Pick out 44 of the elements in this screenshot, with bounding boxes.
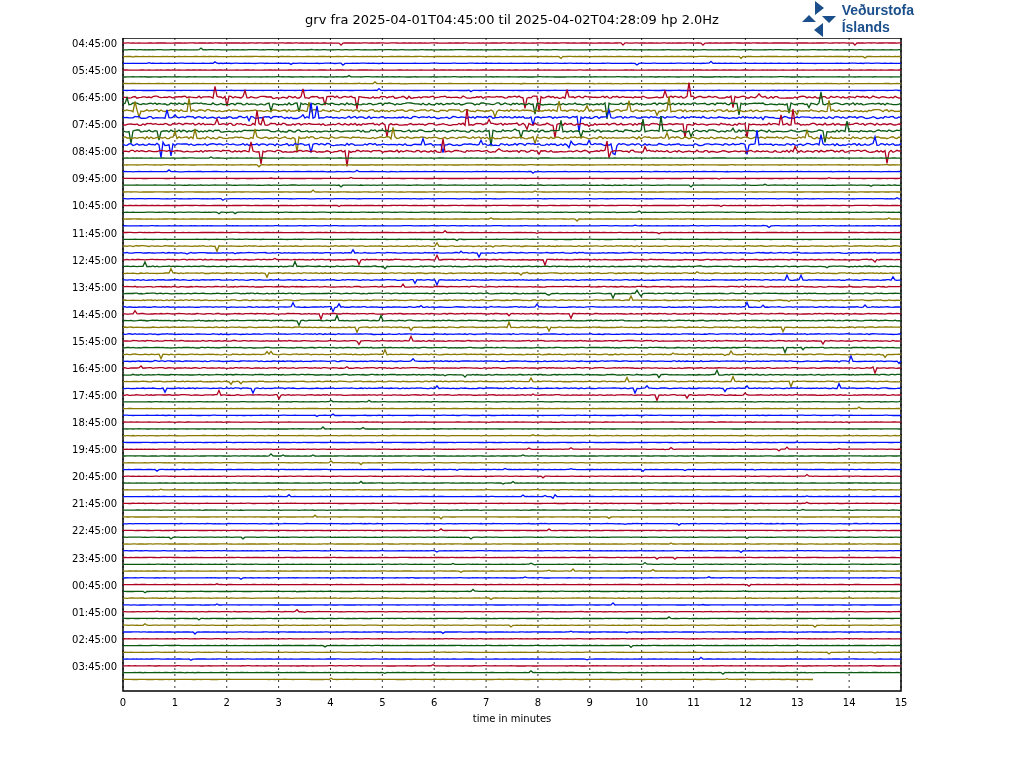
tick-label: 5: [379, 697, 386, 708]
time-label: 15:45:00: [72, 335, 117, 347]
time-label: 07:45:00: [72, 119, 117, 131]
time-label: 11:45:00: [72, 227, 117, 239]
time-label: 18:45:00: [72, 417, 117, 429]
tick-label: 15: [894, 697, 908, 708]
time-label: 21:45:00: [72, 498, 117, 510]
tick-label: 3: [275, 697, 282, 708]
time-label: 05:45:00: [72, 65, 117, 77]
time-label: 23:45:00: [72, 552, 117, 564]
tick-label: 4: [327, 697, 334, 708]
time-label: 10:45:00: [72, 200, 117, 212]
time-label: 08:45:00: [72, 146, 117, 158]
time-label: 16:45:00: [72, 362, 117, 374]
time-label: 09:45:00: [72, 173, 117, 185]
tick-label: 12: [739, 697, 752, 708]
tick-label: 7: [482, 697, 490, 708]
time-label: 19:45:00: [72, 444, 117, 456]
time-label: 00:45:00: [72, 579, 117, 591]
time-label: 14:45:00: [72, 308, 117, 320]
time-label: 06:45:00: [72, 92, 117, 104]
time-label: 22:45:00: [72, 525, 117, 537]
time-label: 20:45:00: [72, 471, 117, 483]
logo-text: Íslands: [841, 19, 891, 36]
time-label: 13:45:00: [72, 281, 117, 293]
tick-label: 14: [842, 697, 856, 708]
tick-label: 1: [171, 697, 179, 708]
axis-label: time in minutes: [472, 713, 552, 724]
time-label: 17:45:00: [72, 390, 117, 402]
time-label: 12:45:00: [72, 254, 117, 266]
tick-label: 9: [586, 697, 593, 708]
time-label: 02:45:00: [72, 633, 117, 645]
logo-text: Veðurstofa: [841, 2, 914, 19]
tick-label: 13: [790, 697, 804, 708]
time-label: 04:45:00: [72, 38, 117, 49]
tick-label: 0: [119, 697, 127, 708]
tick-label: 11: [687, 697, 700, 708]
tick-label: 8: [534, 697, 542, 708]
time-label: 01:45:00: [72, 606, 117, 618]
time-label: 03:45:00: [72, 660, 117, 672]
chart-title: grv fra 2025-04-01T04:45:00 til 2025-04-02T04:28:09 hp 2.0Hz: [305, 11, 719, 27]
tick-label: 6: [431, 697, 438, 708]
tick-label: 10: [635, 697, 649, 708]
tick-label: 2: [223, 697, 230, 708]
